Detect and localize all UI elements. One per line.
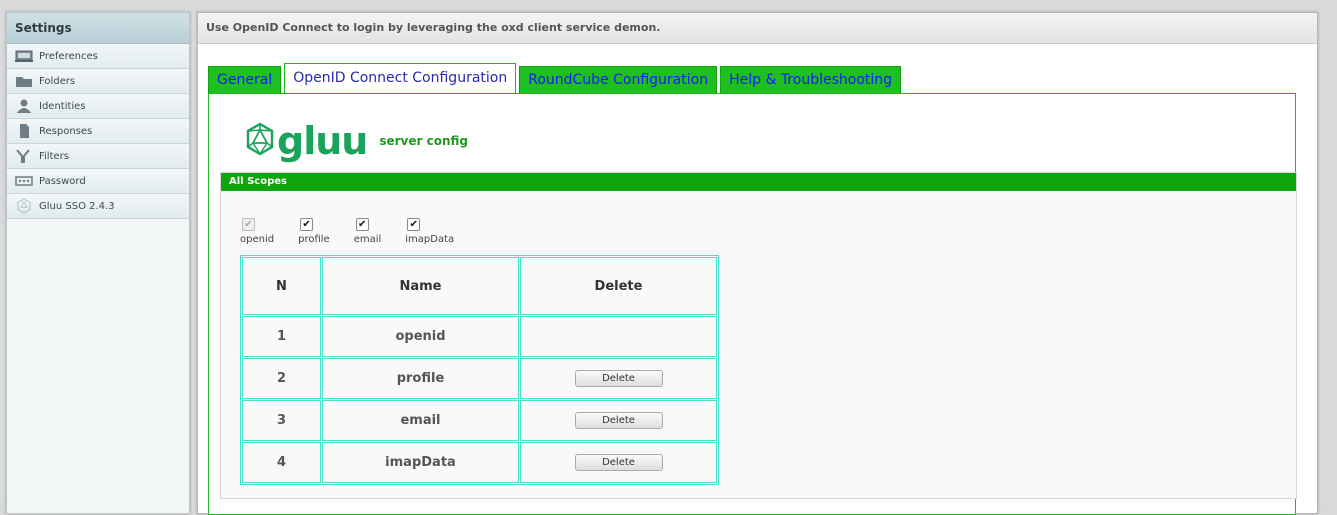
tab-bar: General OpenID Connect Configuration Rou… [208, 63, 904, 94]
delete-button[interactable]: Delete [574, 412, 663, 429]
sidebar-item-folders[interactable]: Folders [7, 69, 189, 94]
sidebar-item-gluu-sso[interactable]: Gluu SSO 2.4.3 [7, 194, 189, 219]
table-header-row: N Name Delete [242, 257, 717, 315]
delete-cell: Delete [520, 400, 717, 441]
gluu-icon [15, 198, 33, 214]
sidebar-item-label: Preferences [39, 50, 98, 62]
sidebar-item-responses[interactable]: Responses [7, 119, 189, 144]
delete-button[interactable]: Delete [574, 454, 663, 471]
gluu-logo-text: gluu [277, 119, 368, 163]
row-number: 4 [242, 442, 321, 483]
sidebar-item-label: Password [39, 175, 86, 187]
settings-sidebar: Settings Preferences Folders Identities … [6, 12, 190, 514]
column-header-n: N [242, 257, 321, 315]
checkbox-label: email [353, 234, 382, 245]
sidebar-item-label: Folders [39, 75, 76, 87]
scopes-table: N Name Delete 1 openid 2 profile Delete … [240, 255, 719, 485]
scope-name: email [322, 400, 519, 441]
main-panel: Use OpenID Connect to login by leveragin… [197, 12, 1318, 515]
filter-icon [15, 149, 33, 163]
gluu-logo-icon [245, 122, 275, 160]
scope-checkboxes: ✔ openid ✔ profile ✔ email ✔ imapData [240, 218, 478, 245]
scope-checkbox-profile[interactable]: ✔ profile [298, 218, 330, 245]
folder-icon [15, 74, 33, 88]
openid-config-panel: gluu server config All Scopes ✔ openid ✔… [208, 93, 1297, 515]
all-scopes-section: All Scopes ✔ openid ✔ profile ✔ email ✔ … [220, 172, 1297, 499]
scope-checkbox-email[interactable]: ✔ email [353, 218, 382, 245]
column-header-delete: Delete [520, 257, 717, 315]
checkbox[interactable]: ✔ [355, 218, 369, 231]
checkbox-label: profile [298, 234, 330, 245]
table-row: 3 email Delete [242, 400, 717, 441]
checkbox: ✔ [242, 218, 255, 231]
row-number: 3 [242, 400, 321, 441]
checkbox[interactable]: ✔ [407, 218, 421, 231]
scope-name: openid [322, 316, 519, 357]
row-number: 1 [242, 316, 321, 357]
sidebar-item-label: Identities [39, 100, 86, 112]
delete-cell-empty [520, 316, 717, 357]
table-row: 1 openid [242, 316, 717, 357]
tab-general[interactable]: General [208, 66, 282, 93]
monitor-icon [15, 49, 33, 63]
user-icon [15, 99, 33, 113]
server-config-label: server config [379, 134, 468, 148]
column-header-name: Name [322, 257, 519, 315]
sidebar-item-label: Gluu SSO 2.4.3 [39, 200, 115, 212]
sidebar-item-preferences[interactable]: Preferences [7, 44, 189, 69]
tab-help-troubleshooting[interactable]: Help & Troubleshooting [720, 66, 902, 93]
checkbox[interactable]: ✔ [300, 218, 314, 231]
gluu-logo-row: gluu server config [245, 122, 468, 160]
sidebar-item-identities[interactable]: Identities [7, 94, 189, 119]
sidebar-item-password[interactable]: Password [7, 169, 189, 194]
tab-openid-connect-configuration[interactable]: OpenID Connect Configuration [284, 63, 517, 94]
checkbox-label: imapData [405, 234, 455, 245]
page-description: Use OpenID Connect to login by leveragin… [198, 13, 1317, 44]
delete-cell: Delete [520, 358, 717, 399]
sidebar-title: Settings [7, 13, 189, 44]
sidebar-item-label: Filters [39, 150, 69, 162]
scope-checkbox-openid: ✔ openid [240, 218, 274, 245]
sidebar-item-filters[interactable]: Filters [7, 144, 189, 169]
scope-name: imapData [322, 442, 519, 483]
sidebar-item-label: Responses [39, 125, 93, 137]
table-row: 2 profile Delete [242, 358, 717, 399]
all-scopes-header: All Scopes [221, 173, 1296, 191]
document-icon [15, 124, 33, 138]
table-row: 4 imapData Delete [242, 442, 717, 483]
delete-cell: Delete [520, 442, 717, 483]
scope-name: profile [322, 358, 519, 399]
checkbox-label: openid [240, 234, 275, 245]
delete-button[interactable]: Delete [574, 370, 663, 387]
tab-roundcube-configuration[interactable]: RoundCube Configuration [519, 66, 718, 93]
password-icon [15, 174, 33, 188]
scope-checkbox-imapdata[interactable]: ✔ imapData [405, 218, 454, 245]
row-number: 2 [242, 358, 321, 399]
